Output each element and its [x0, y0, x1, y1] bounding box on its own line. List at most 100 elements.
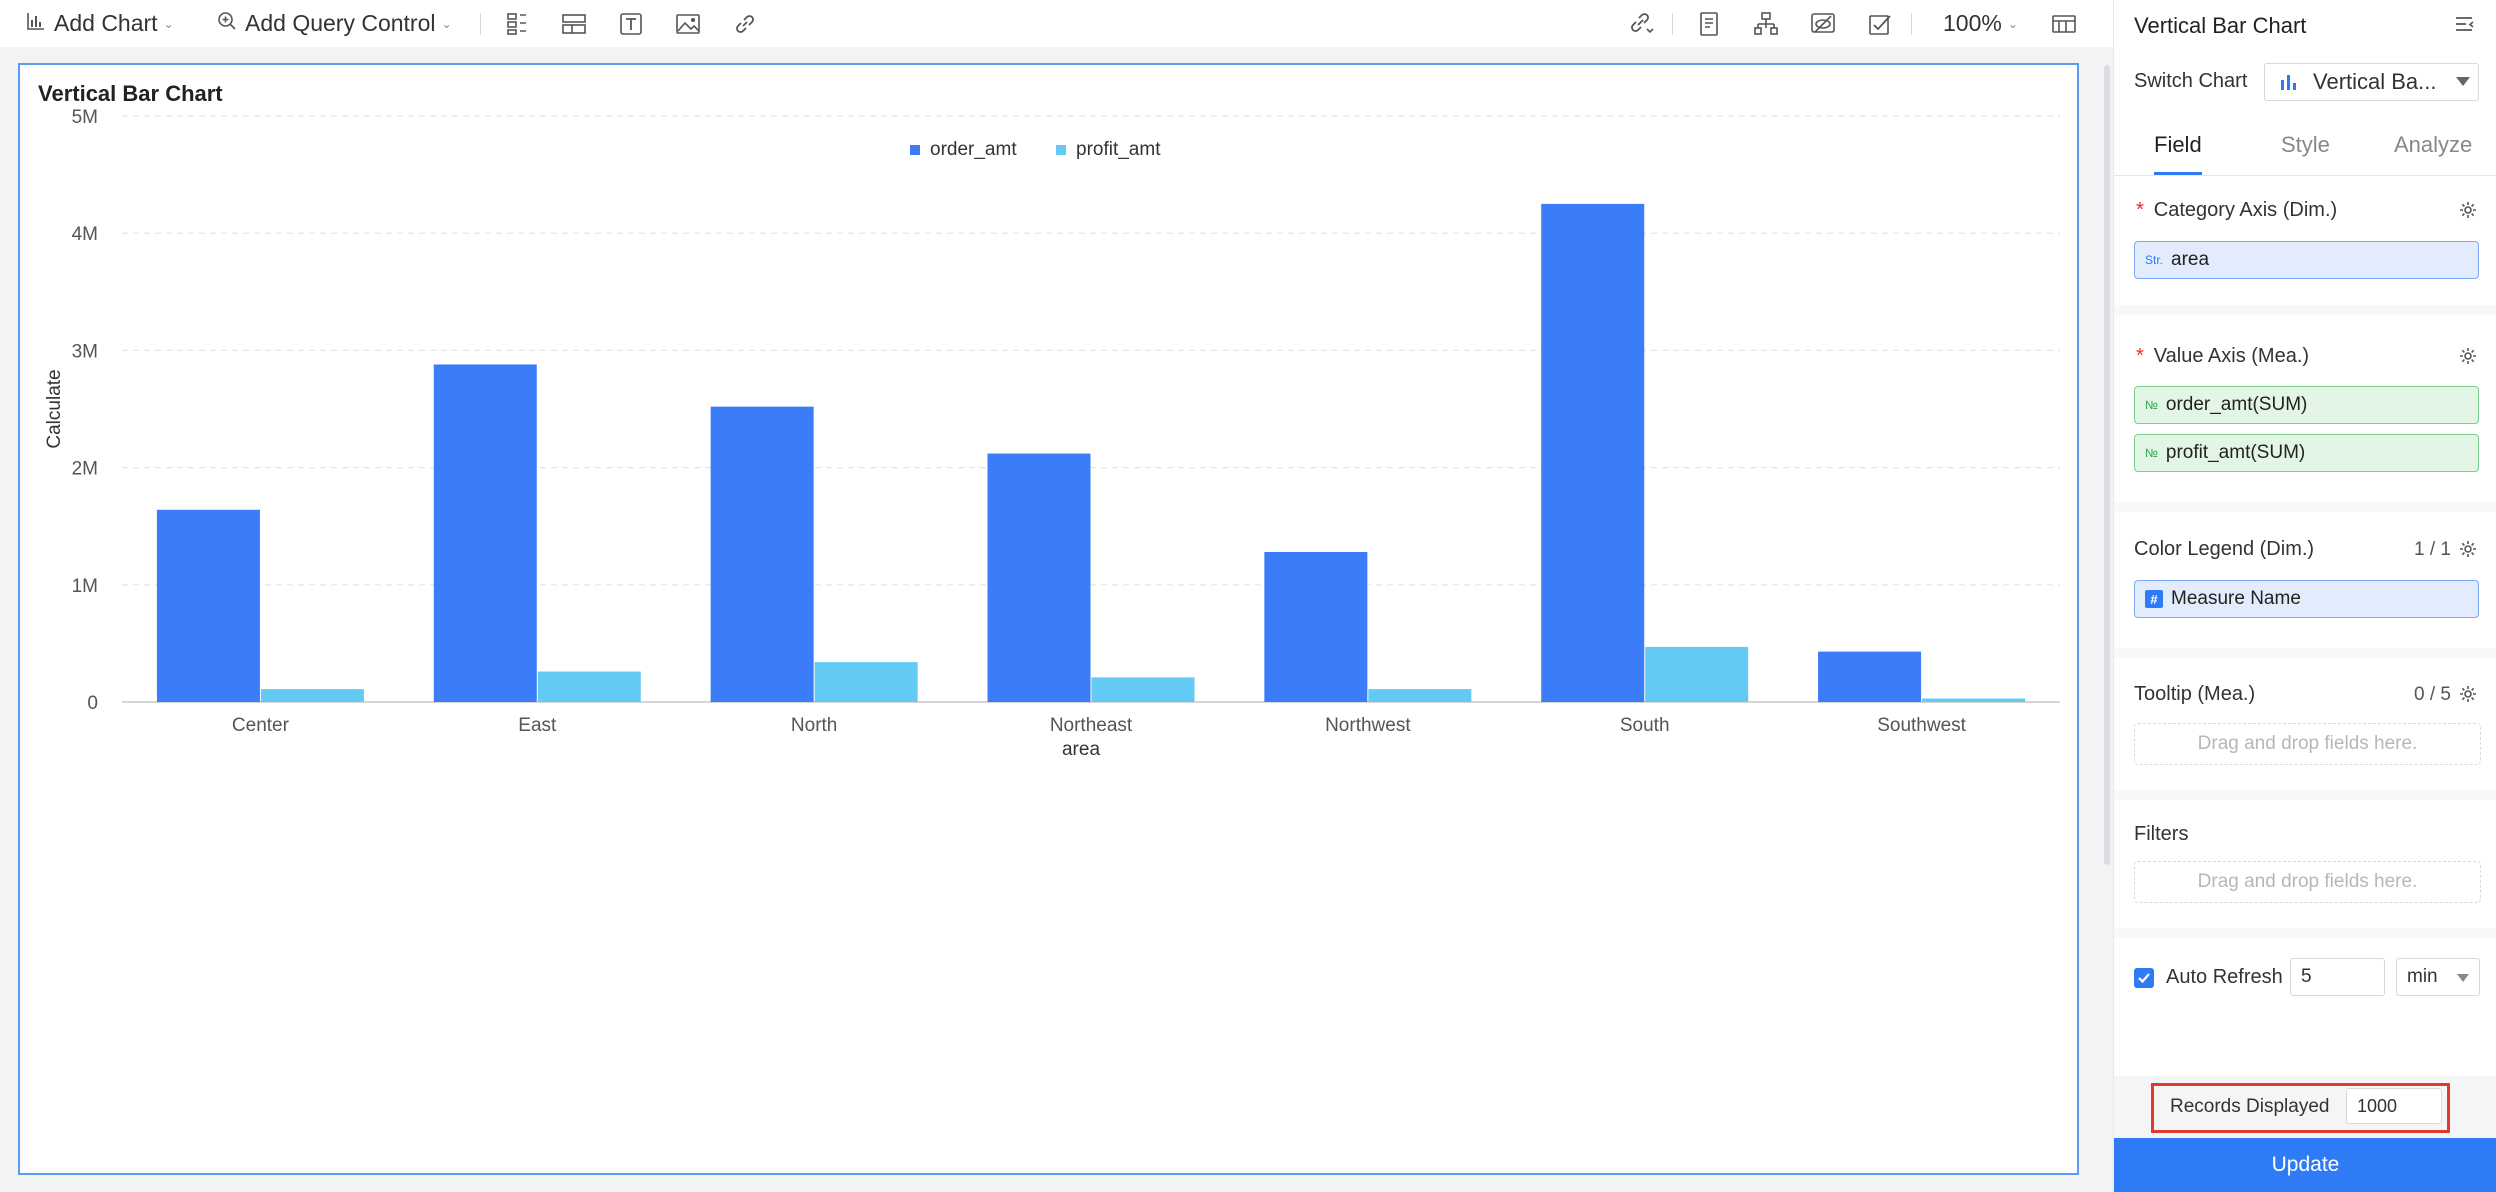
canvas-scrollbar[interactable]: [2104, 65, 2110, 865]
section-divider: [2114, 502, 2496, 512]
toolbar-divider: [480, 13, 481, 35]
records-displayed-input[interactable]: 1000: [2346, 1088, 2442, 1124]
check-task-icon[interactable]: [1864, 8, 1896, 40]
bar-order-amt: [156, 509, 260, 702]
x-tick-label: East: [518, 715, 557, 736]
color-legend-field-name: Measure Name: [2171, 588, 2301, 609]
chart-card[interactable]: Vertical Bar Chart order_amt profit_amt …: [18, 63, 2079, 1175]
toolbar-divider: [1911, 13, 1912, 35]
bar-profit-amt: [260, 689, 364, 702]
category-axis-text: Category Axis (Dim.): [2153, 199, 2338, 221]
x-tick-label: North: [791, 715, 837, 736]
color-legend-label: Color Legend (Dim.): [2134, 538, 2315, 560]
tab-analyze[interactable]: Analyze: [2394, 132, 2472, 158]
layout-tab-icon[interactable]: [501, 8, 533, 40]
tab-field[interactable]: Field: [2154, 132, 2202, 158]
required-mark: *: [2136, 199, 2144, 221]
filters-drop-zone[interactable]: Drag and drop fields here.: [2134, 861, 2481, 903]
tooltip-label: Tooltip (Mea.): [2134, 683, 2256, 705]
bar-order-amt: [433, 364, 537, 702]
layout-settings-icon[interactable]: [2048, 8, 2080, 40]
y-tick-label: 1M: [72, 576, 98, 597]
bar-profit-amt: [1368, 689, 1472, 702]
tab-style[interactable]: Style: [2281, 132, 2330, 158]
switch-chart-select[interactable]: Vertical Ba...: [2264, 63, 2479, 101]
hierarchy-icon[interactable]: [1750, 8, 1782, 40]
x-axis-label: area: [1062, 739, 1100, 760]
value-field-name: order_amt(SUM): [2165, 394, 2308, 415]
hide-preview-icon[interactable]: [1807, 8, 1839, 40]
bar-profit-amt: [1645, 646, 1749, 702]
tooltip-drop-zone[interactable]: Drag and drop fields here.: [2134, 723, 2481, 765]
add-chart-button[interactable]: Add Chart ⌄: [26, 0, 174, 47]
add-query-control-label: Add Query Control: [245, 10, 436, 36]
auto-refresh-unit-select[interactable]: min: [2396, 958, 2480, 996]
chart-link-icon[interactable]: [1625, 8, 1657, 40]
section-divider: [2114, 790, 2496, 800]
bar-order-amt: [987, 453, 1091, 702]
auto-refresh-unit: min: [2407, 966, 2438, 987]
chevron-down-icon: ⌄: [163, 16, 174, 31]
auto-refresh-checkbox[interactable]: [2134, 968, 2154, 988]
filters-label: Filters: [2134, 823, 2189, 845]
chevron-down-icon: ⌄: [2007, 16, 2018, 31]
category-field-name: area: [2171, 249, 2210, 270]
tooltip-count: 0 / 5: [2414, 684, 2451, 705]
x-tick-label: Southwest: [1877, 715, 1966, 736]
chevron-down-icon: ⌄: [441, 16, 452, 31]
add-chart-label: Add Chart: [54, 10, 158, 36]
link-icon[interactable]: [729, 8, 761, 40]
x-tick-label: Center: [232, 715, 290, 736]
bar-order-amt: [1541, 203, 1645, 702]
gear-icon[interactable]: [2458, 539, 2478, 559]
toolbar-divider: [1672, 13, 1673, 35]
container-icon[interactable]: [558, 8, 590, 40]
update-button[interactable]: Update: [2114, 1138, 2496, 1192]
x-tick-label: Northwest: [1325, 715, 1411, 736]
zoom-select[interactable]: 100% ⌄: [1943, 0, 2018, 47]
bar-chart-icon: [2279, 72, 2299, 92]
category-field-pill[interactable]: Str. area: [2134, 241, 2479, 279]
image-icon[interactable]: [672, 8, 704, 40]
bar-order-amt: [1264, 551, 1368, 702]
records-displayed-label: Records Displayed: [2170, 1096, 2330, 1117]
gear-icon[interactable]: [2458, 346, 2478, 366]
chart-config-panel: Vertical Bar Chart Switch Chart Vertical…: [2113, 0, 2496, 1192]
required-mark: *: [2136, 345, 2144, 367]
color-legend-field-pill[interactable]: # Measure Name: [2134, 580, 2479, 618]
bar-order-amt: [1818, 651, 1922, 702]
bar-order-amt: [710, 406, 814, 702]
bar-profit-amt: [814, 662, 918, 702]
y-tick-label: 0: [87, 693, 98, 714]
gear-icon[interactable]: [2458, 684, 2478, 704]
y-tick-label: 3M: [72, 341, 98, 362]
collapse-menu-icon[interactable]: [2454, 14, 2476, 36]
value-field-name: profit_amt(SUM): [2165, 442, 2306, 463]
value-axis-label: * Value Axis (Mea.): [2136, 345, 2309, 368]
value-field-pill[interactable]: № order_amt(SUM): [2134, 386, 2479, 424]
panel-title: Vertical Bar Chart: [2134, 13, 2307, 38]
app-window: Add Chart ⌄ Add Query Control ⌄ 100% ⌄ V…: [0, 0, 2496, 1192]
report-icon[interactable]: [1693, 8, 1725, 40]
auto-refresh-interval-input[interactable]: 5: [2290, 958, 2385, 996]
bar-chart-icon: [26, 10, 46, 37]
section-divider: [2114, 648, 2496, 658]
y-tick-label: 5M: [72, 107, 98, 128]
caret-down-icon: [2457, 974, 2469, 982]
dashboard-canvas: Vertical Bar Chart order_amt profit_amt …: [0, 47, 2113, 1192]
x-tick-label: Northeast: [1050, 715, 1133, 736]
y-tick-label: 4M: [72, 224, 98, 245]
value-axis-text: Value Axis (Mea.): [2153, 345, 2310, 367]
number-type-tag: №: [2145, 446, 2158, 460]
section-divider: [2114, 305, 2496, 315]
x-tick-label: South: [1620, 715, 1670, 736]
string-type-tag: Str.: [2145, 253, 2164, 267]
toolbar: Add Chart ⌄ Add Query Control ⌄ 100% ⌄: [0, 0, 2113, 47]
text-box-icon[interactable]: [615, 8, 647, 40]
value-field-pill[interactable]: № profit_amt(SUM): [2134, 434, 2479, 472]
y-tick-label: 2M: [72, 459, 98, 480]
zoom-value: 100%: [1943, 10, 2002, 36]
gear-icon[interactable]: [2458, 200, 2478, 220]
switch-chart-value: Vertical Ba...: [2313, 69, 2437, 94]
add-query-control-button[interactable]: Add Query Control ⌄: [217, 0, 452, 47]
